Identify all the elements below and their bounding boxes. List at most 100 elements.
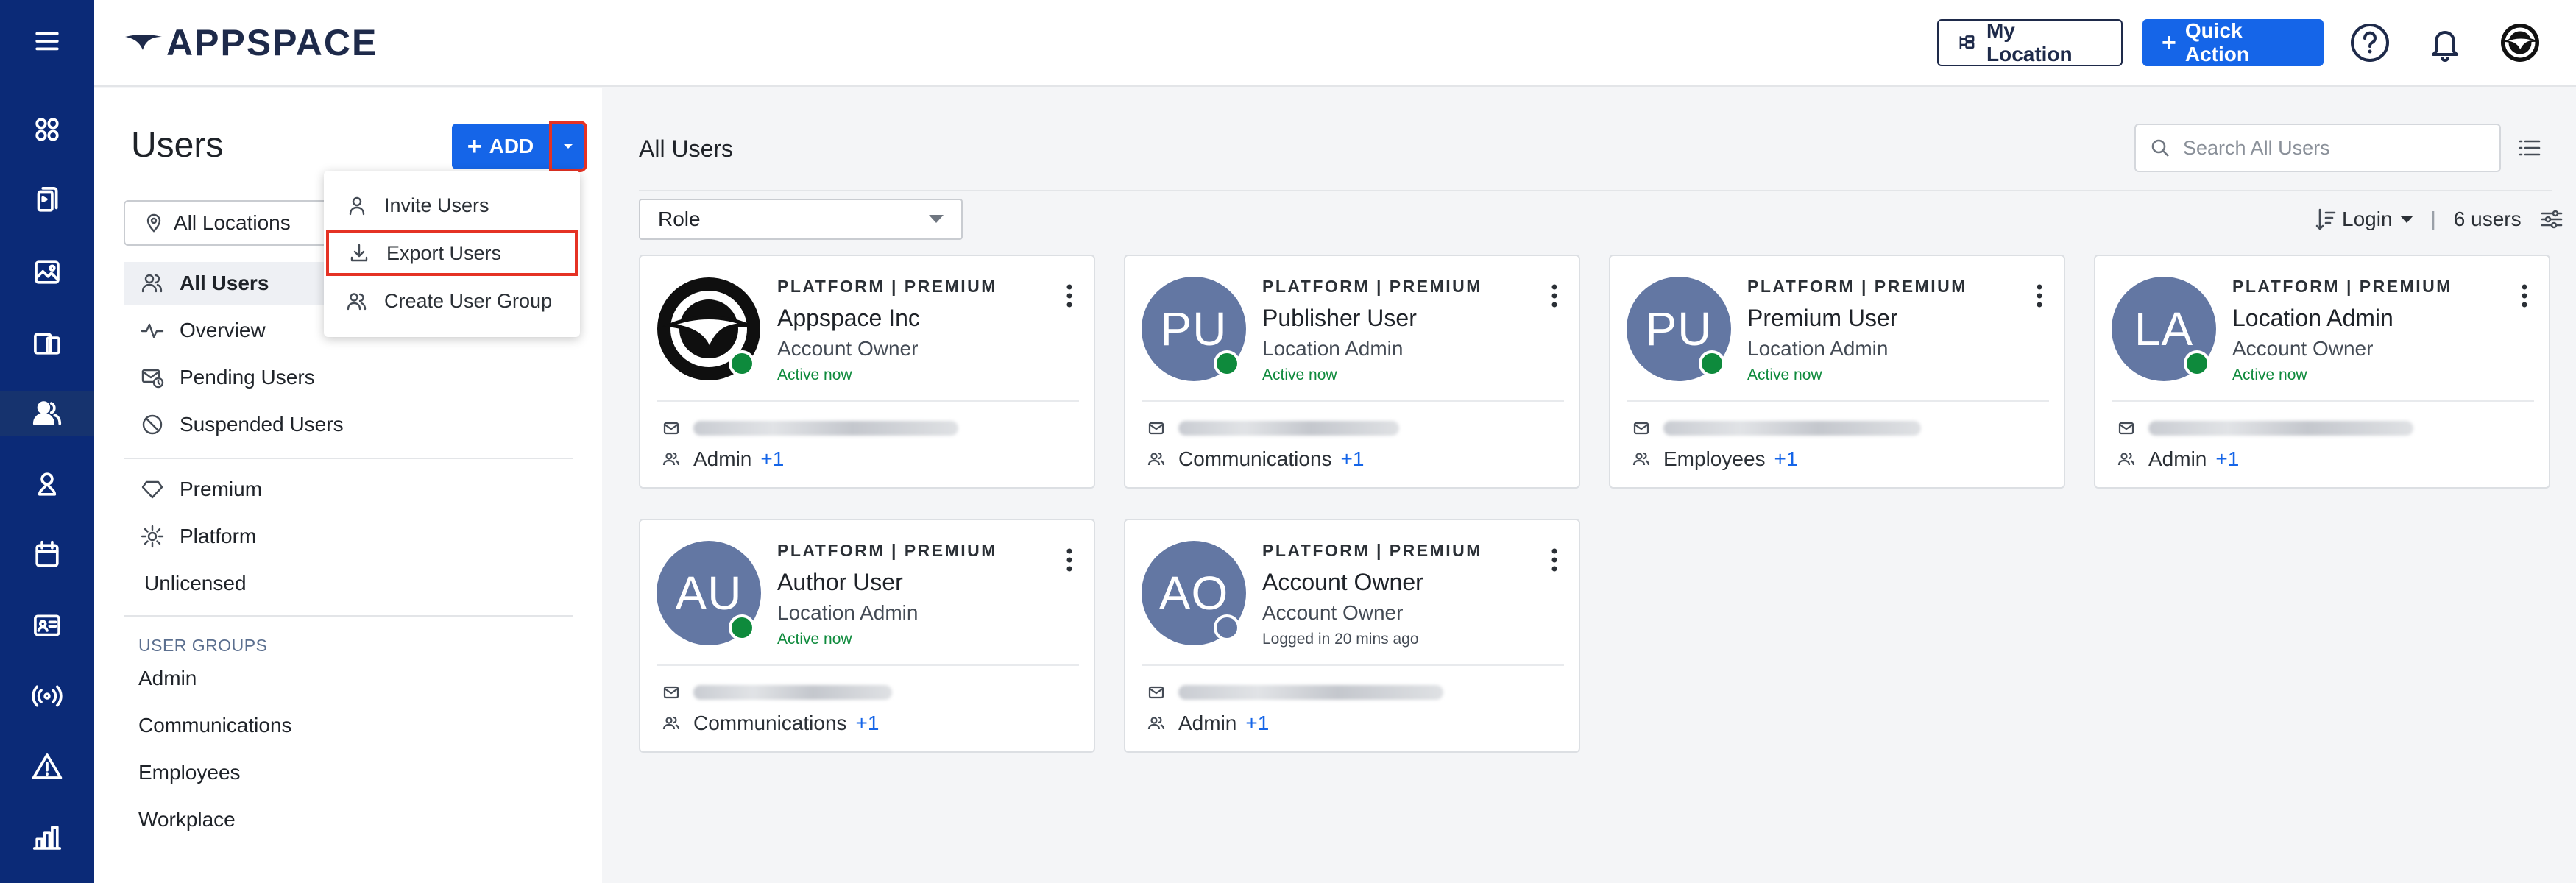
user-card[interactable]: PU PLATFORM | PREMIUM Premium User Locat… — [1609, 255, 2065, 489]
user-card[interactable]: PLATFORM | PREMIUM Appspace Inc Account … — [639, 255, 1095, 489]
nav-suspended-users[interactable]: Suspended Users — [124, 403, 573, 446]
mail-icon — [663, 422, 679, 435]
more-groups-link[interactable]: +1 — [2215, 447, 2239, 471]
filter-settings-icon[interactable] — [2539, 207, 2564, 232]
users-icon[interactable] — [0, 391, 94, 436]
top-header: APPSPACE My Location + Quick Action — [94, 0, 2576, 87]
list-view-icon[interactable] — [2517, 135, 2542, 160]
mail-clock-icon — [141, 369, 164, 389]
divider — [1627, 400, 2049, 402]
divider — [2112, 400, 2534, 402]
bell-icon[interactable] — [2423, 21, 2467, 65]
user-name: Publisher User — [1262, 305, 1417, 331]
caret-down-icon[interactable] — [2399, 216, 2413, 223]
user-status: Active now — [777, 631, 852, 648]
calendar-icon[interactable] — [25, 533, 69, 577]
more-groups-link[interactable]: +1 — [1245, 712, 1269, 735]
user-name: Appspace Inc — [777, 305, 920, 331]
user-card[interactable]: AU PLATFORM | PREMIUM Author User Locati… — [639, 519, 1095, 753]
nav-unlicensed[interactable]: Unlicensed — [124, 562, 573, 605]
quick-action-button[interactable]: + Quick Action — [2142, 19, 2324, 66]
add-dropdown-toggle[interactable] — [549, 121, 587, 172]
role-filter[interactable]: Role — [639, 199, 963, 240]
more-groups-link[interactable]: +1 — [1774, 447, 1798, 471]
location-tree-icon — [1959, 35, 1975, 49]
activity-icon — [141, 323, 164, 338]
add-dropdown-menu: Invite Users Export Users Create User Gr… — [324, 171, 580, 337]
more-groups-link[interactable]: +1 — [1341, 447, 1365, 471]
license-tier: PLATFORM | PREMIUM — [1262, 541, 1482, 560]
menu-label: Export Users — [386, 241, 502, 264]
image-icon[interactable] — [25, 250, 69, 294]
more-options-icon[interactable] — [1066, 545, 1073, 575]
search-input[interactable]: Search All Users — [2134, 124, 2501, 172]
location-filter-value: All Locations — [174, 211, 291, 234]
add-button[interactable]: + ADD — [452, 124, 549, 169]
offline-status-indicator — [1214, 614, 1240, 641]
alert-icon[interactable] — [25, 745, 69, 789]
id-card-icon[interactable] — [25, 603, 69, 648]
email-row — [1147, 684, 1443, 701]
nav-platform[interactable]: Platform — [124, 515, 573, 558]
location-filter[interactable]: All Locations — [124, 200, 337, 246]
more-options-icon[interactable] — [1066, 281, 1073, 311]
menu-invite-users[interactable]: Invite Users — [324, 182, 580, 228]
group-employees[interactable]: Employees — [138, 761, 241, 784]
user-count: 6 users — [2453, 208, 2522, 230]
nav-label: Overview — [180, 319, 266, 341]
email-row — [1632, 419, 1921, 437]
user-card[interactable]: AO PLATFORM | PREMIUM Account Owner Acco… — [1124, 519, 1580, 753]
users-icon — [2117, 452, 2135, 466]
user-card[interactable]: LA PLATFORM | PREMIUM Location Admin Acc… — [2094, 255, 2550, 489]
search-icon — [2151, 139, 2169, 157]
more-groups-link[interactable]: +1 — [856, 712, 880, 735]
email-row — [2117, 419, 2413, 437]
divider — [657, 664, 1079, 666]
plus-icon: + — [2162, 29, 2176, 57]
group-name: Communications — [1178, 447, 1332, 470]
sort-icon[interactable] — [2315, 207, 2338, 232]
appspace-logo[interactable]: APPSPACE — [124, 22, 378, 63]
channels-icon[interactable] — [25, 321, 69, 365]
group-workplace[interactable]: Workplace — [138, 808, 236, 831]
dashboard-icon[interactable] — [25, 107, 69, 152]
users-icon — [662, 452, 680, 466]
group-name: Admin — [1178, 712, 1237, 734]
quick-action-label: Quick Action — [2184, 19, 2249, 65]
more-options-icon[interactable] — [2036, 281, 2043, 311]
online-status-indicator — [1214, 350, 1240, 377]
account-avatar[interactable] — [2498, 21, 2542, 65]
more-options-icon[interactable] — [1551, 545, 1558, 575]
divider — [639, 190, 2552, 191]
broadcast-icon[interactable] — [25, 674, 69, 718]
help-icon[interactable] — [2348, 21, 2392, 65]
menu-create-user-group[interactable]: Create User Group — [324, 278, 580, 324]
divider — [124, 458, 573, 459]
content-icon[interactable] — [25, 178, 69, 222]
group-admin[interactable]: Admin — [138, 667, 197, 690]
users-icon — [1147, 452, 1165, 466]
group-name: Employees — [1663, 447, 1766, 470]
my-location-button[interactable]: My Location — [1937, 19, 2123, 66]
menu-icon[interactable] — [25, 19, 69, 63]
nav-premium[interactable]: Premium — [124, 468, 573, 511]
groups-row: Employees +1 — [1632, 447, 1797, 471]
user-status: Active now — [1747, 366, 1822, 383]
mail-icon — [663, 686, 679, 699]
user-card[interactable]: PU PLATFORM | PREMIUM Publisher User Loc… — [1124, 255, 1580, 489]
nav-label: Pending Users — [180, 366, 315, 389]
redacted-email — [1178, 421, 1399, 436]
location-icon[interactable] — [25, 462, 69, 506]
nav-pending-users[interactable]: Pending Users — [124, 356, 573, 399]
menu-export-users[interactable]: Export Users — [326, 230, 578, 276]
more-groups-link[interactable]: +1 — [760, 447, 784, 471]
analytics-icon[interactable] — [25, 815, 69, 859]
caret-down-icon — [929, 215, 944, 223]
plus-icon: + — [467, 132, 482, 160]
group-communications[interactable]: Communications — [138, 714, 292, 737]
more-options-icon[interactable] — [2521, 281, 2528, 311]
sort-label[interactable]: Login — [2342, 208, 2393, 231]
more-options-icon[interactable] — [1551, 281, 1558, 311]
online-status-indicator — [2184, 350, 2210, 377]
online-status-indicator — [729, 614, 755, 641]
